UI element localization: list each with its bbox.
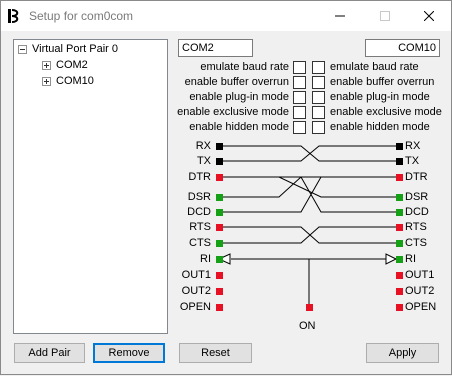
right-signal-label: DCD — [405, 206, 429, 218]
left-signal-label: OPEN — [179, 301, 211, 313]
right-signal-pin[interactable] — [396, 304, 403, 311]
left-signal-label: RX — [195, 140, 211, 152]
setup-window: Setup for com0com Virtual Port Pair 0 CO… — [0, 0, 452, 375]
right-signal-pin[interactable] — [396, 174, 403, 181]
right-signal-label: RI — [405, 253, 416, 265]
left-signal-label: CTS — [189, 237, 211, 249]
right-signal-pin[interactable] — [396, 288, 403, 295]
left-signal-pin[interactable] — [216, 304, 223, 311]
wire-dcd-dtr — [219, 176, 322, 213]
left-signal-label: RTS — [189, 221, 211, 233]
left-signal-label: DTR — [188, 171, 211, 183]
left-signal-pin[interactable] — [216, 288, 223, 295]
right-signal-label: DSR — [405, 191, 429, 203]
right-signal-pin[interactable] — [396, 143, 403, 150]
left-signal-label: DSR — [187, 191, 211, 203]
add-pair-button[interactable]: Add Pair — [14, 343, 85, 363]
left-signal-label: RI — [200, 253, 211, 265]
right-signal-label: OPEN — [405, 301, 437, 313]
right-signal-label: TX — [405, 155, 420, 167]
right-signal-label: RTS — [405, 221, 427, 233]
right-signal-pin[interactable] — [396, 209, 403, 216]
left-signal-pin[interactable] — [216, 143, 223, 150]
right-signal-pin[interactable] — [396, 256, 403, 263]
right-signal-label: OUT2 — [405, 285, 435, 297]
right-signal-label: OUT1 — [405, 269, 435, 281]
wire-cts-rts — [219, 226, 396, 244]
apply-button[interactable]: Apply — [366, 343, 439, 363]
right-signal-label: RX — [405, 140, 421, 152]
ri-right-arrow-icon — [385, 253, 398, 265]
left-signal-pin[interactable] — [216, 272, 223, 279]
on-pin[interactable] — [306, 304, 313, 311]
left-signal-pin[interactable] — [216, 158, 223, 165]
left-signal-pin[interactable] — [216, 224, 223, 231]
remove-button[interactable]: Remove — [93, 343, 165, 363]
left-signal-label: OUT1 — [181, 269, 211, 281]
wire-tx-rx — [219, 145, 396, 162]
left-signal-label: TX — [196, 155, 211, 167]
left-signal-pin[interactable] — [216, 240, 223, 247]
right-signal-pin[interactable] — [396, 272, 403, 279]
reset-button[interactable]: Reset — [179, 343, 252, 363]
left-signal-label: OUT2 — [181, 285, 211, 297]
right-signal-label: CTS — [405, 237, 427, 249]
right-signal-label: DTR — [405, 171, 428, 183]
right-signal-pin[interactable] — [396, 224, 403, 231]
wire-dtr-dcd — [279, 176, 396, 213]
left-signal-pin[interactable] — [216, 194, 223, 201]
wire-rx-tx — [219, 145, 396, 162]
wire-dsr-dtr — [219, 176, 396, 198]
right-signal-pin[interactable] — [396, 158, 403, 165]
left-signal-pin[interactable] — [216, 174, 223, 181]
left-signal-pin[interactable] — [216, 209, 223, 216]
left-signal-pin[interactable] — [216, 256, 223, 263]
left-signal-label: DCD — [187, 206, 211, 218]
right-signal-pin[interactable] — [396, 240, 403, 247]
wire-dtr-dsr — [219, 176, 396, 198]
right-signal-pin[interactable] — [396, 194, 403, 201]
wire-rts-cts — [219, 226, 396, 244]
signal-wiring-diagram — [216, 143, 403, 311]
on-label: ON — [299, 320, 316, 332]
